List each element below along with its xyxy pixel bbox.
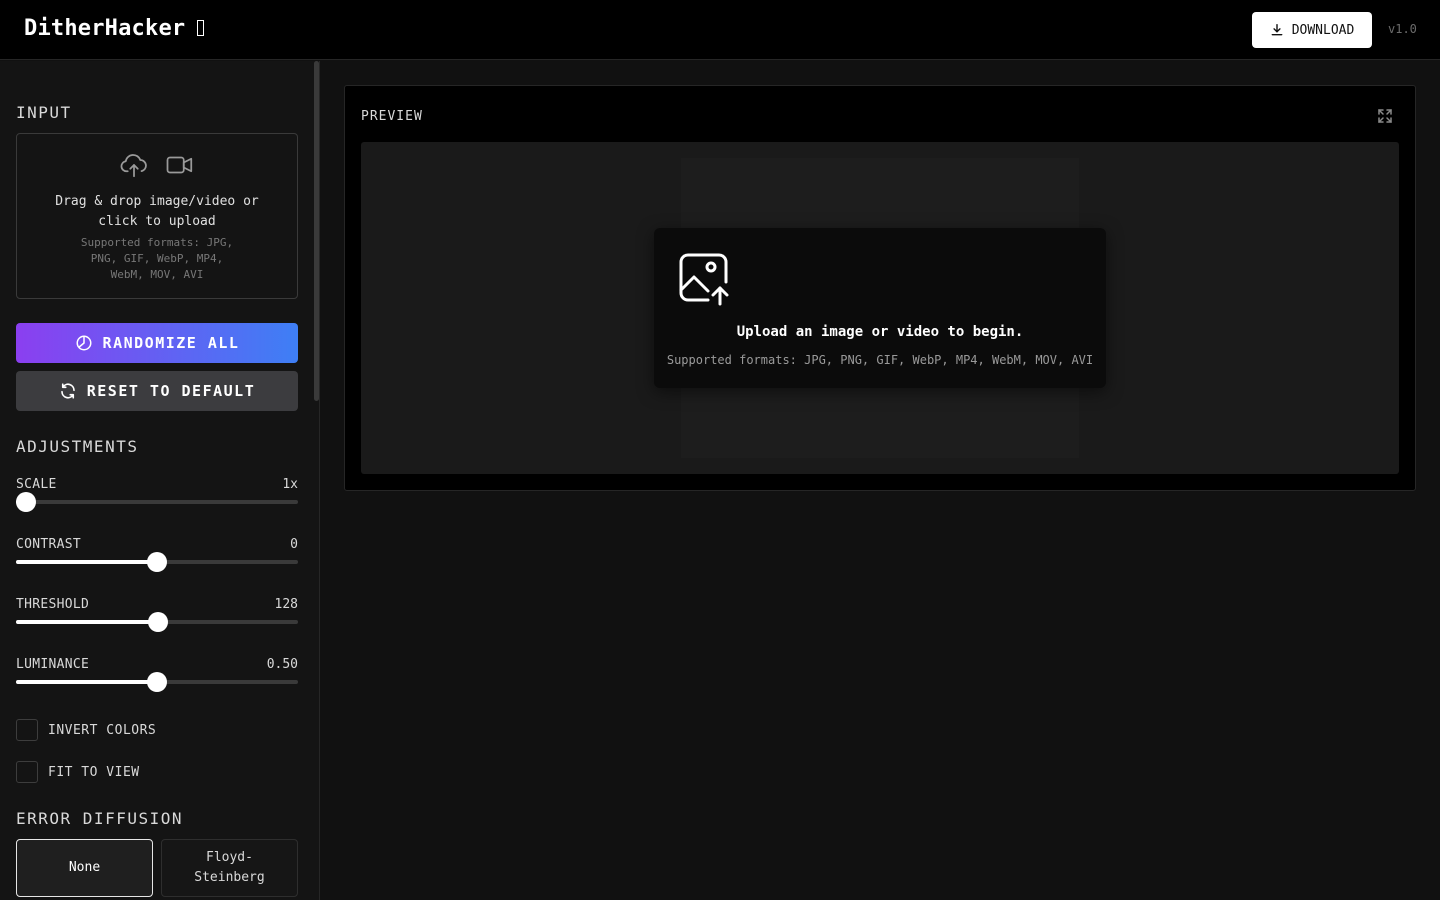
download-icon bbox=[1271, 24, 1283, 36]
slider-value: 0.50 bbox=[266, 657, 298, 672]
diffusion-option-label: None bbox=[68, 860, 101, 875]
preview-canvas[interactable]: Upload an image or video to begin. Suppo… bbox=[361, 142, 1399, 474]
diffusion-option-label: Floyd- Steinberg bbox=[194, 850, 265, 885]
error-diffusion-section-title: ERROR DIFFUSION bbox=[16, 809, 183, 828]
slider-label: THRESHOLD bbox=[16, 597, 90, 612]
main-panel: PREVIEW Upload an image or video to begi… bbox=[320, 61, 1440, 900]
download-label: DOWNLOAD bbox=[1291, 22, 1355, 38]
randomize-all-button[interactable]: RANDOMIZE ALL bbox=[16, 323, 298, 363]
luminance-slider[interactable]: LUMINANCE 0.50 bbox=[16, 657, 298, 697]
slider-fill bbox=[16, 680, 157, 684]
reset-label: RESET TO DEFAULT bbox=[86, 382, 256, 400]
slider-label: LUMINANCE bbox=[16, 657, 90, 672]
diffusion-option-none[interactable]: None bbox=[16, 839, 153, 897]
slider-thumb[interactable] bbox=[15, 492, 36, 512]
dropzone-instructions: Drag & drop image/video or click to uplo… bbox=[55, 194, 259, 229]
slider-thumb[interactable] bbox=[147, 672, 167, 692]
video-camera-icon bbox=[166, 156, 193, 174]
reset-to-default-button[interactable]: RESET TO DEFAULT bbox=[16, 371, 298, 411]
fullscreen-icon[interactable] bbox=[1377, 108, 1393, 124]
refresh-icon bbox=[60, 383, 75, 399]
slider-label: CONTRAST bbox=[16, 537, 82, 552]
slider-value: 0 bbox=[290, 537, 298, 552]
dropzone-formats: Supported formats: JPG, PNG, GIF, WebP, … bbox=[80, 236, 234, 281]
slider-track[interactable] bbox=[16, 612, 298, 632]
scale-slider[interactable]: SCALE 1x bbox=[15, 477, 298, 517]
fit-to-view-checkbox[interactable] bbox=[16, 761, 38, 783]
slider-thumb[interactable] bbox=[147, 612, 168, 632]
input-section-title: INPUT bbox=[16, 103, 72, 122]
slider-value: 1x bbox=[282, 477, 298, 492]
slider-fill bbox=[16, 560, 157, 564]
randomize-label: RANDOMIZE ALL bbox=[102, 334, 240, 352]
image-upload-icon bbox=[679, 253, 729, 306]
slider-track[interactable] bbox=[15, 492, 298, 512]
app-title-text: DitherHacker bbox=[24, 16, 186, 41]
checkbox-label: INVERT COLORS bbox=[48, 722, 157, 738]
upload-prompt-formats: Supported formats: JPG, PNG, GIF, WebP, … bbox=[666, 353, 1094, 367]
slider-label: SCALE bbox=[16, 477, 57, 492]
version-label: v1.0 bbox=[1388, 22, 1417, 36]
upload-prompt[interactable]: Upload an image or video to begin. Suppo… bbox=[654, 228, 1106, 388]
invert-colors-toggle[interactable]: INVERT COLORS bbox=[16, 719, 156, 741]
slider-track[interactable] bbox=[16, 552, 298, 572]
settings-sidebar: INPUT Drag & drop image/video or click t… bbox=[0, 61, 320, 900]
preview-card: PREVIEW Upload an image or video to begi… bbox=[344, 85, 1416, 491]
preview-title: PREVIEW bbox=[361, 109, 423, 124]
download-button[interactable]: DOWNLOAD bbox=[1252, 12, 1372, 48]
adjustments-section-title: ADJUSTMENTS bbox=[16, 437, 139, 456]
invert-colors-checkbox[interactable] bbox=[16, 719, 38, 741]
upload-dropzone[interactable]: Drag & drop image/video or click to uplo… bbox=[16, 133, 298, 299]
pie-timer-icon bbox=[76, 335, 92, 351]
top-bar: DitherHacker DOWNLOAD v1.0 bbox=[0, 0, 1440, 60]
cloud-upload-icon bbox=[120, 154, 147, 178]
app-title: DitherHacker bbox=[24, 16, 205, 41]
fit-to-view-toggle[interactable]: FIT TO VIEW bbox=[16, 761, 140, 783]
sidebar-scrollbar[interactable] bbox=[314, 61, 319, 401]
diffusion-option-floyd-steinberg[interactable]: Floyd- Steinberg bbox=[161, 839, 298, 897]
threshold-slider[interactable]: THRESHOLD 128 bbox=[16, 597, 298, 637]
contrast-slider[interactable]: CONTRAST 0 bbox=[16, 537, 298, 577]
upload-prompt-title: Upload an image or video to begin. bbox=[736, 324, 1024, 340]
slider-value: 128 bbox=[274, 597, 298, 612]
slider-thumb[interactable] bbox=[147, 552, 167, 572]
checkbox-label: FIT TO VIEW bbox=[48, 764, 140, 780]
cursor-block-icon bbox=[197, 20, 205, 36]
slider-fill bbox=[16, 620, 158, 624]
slider-track[interactable] bbox=[16, 672, 298, 692]
